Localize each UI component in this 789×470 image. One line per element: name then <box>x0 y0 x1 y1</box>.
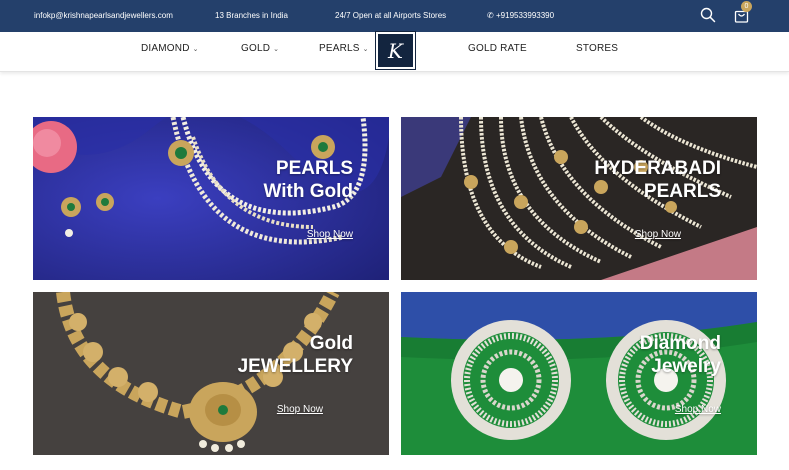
contact-email[interactable]: infokp@krishnapearlsandjewellers.com <box>34 11 173 20</box>
banner-title-line2: PEARLS <box>643 181 721 202</box>
banner-title-line2: Jewelry <box>651 356 721 377</box>
banner-diamond-jewelry[interactable]: Diamond Jewelry Shop Now <box>401 292 757 455</box>
nav-item-stores[interactable]: STORES <box>576 43 618 54</box>
nav-item-gold-rate[interactable]: GOLD RATE <box>468 43 527 54</box>
banner-title: HYDERABADI PEARLS <box>594 157 721 203</box>
banner-title-line2: With Gold <box>263 181 353 202</box>
nav-item-label: GOLD <box>241 43 271 54</box>
cart-count-badge: 0 <box>741 1 752 12</box>
banner-title: Gold JEWELLERY <box>238 332 353 378</box>
nav-item-label: GOLD RATE <box>468 43 527 54</box>
banner-title: Diamond Jewelry <box>640 332 721 378</box>
phone-number[interactable]: ✆ +919533993390 <box>487 11 554 20</box>
phone-icon: ✆ <box>487 11 494 20</box>
banner-gold-jewellery[interactable]: Gold JEWELLERY Shop Now <box>33 292 389 455</box>
search-button[interactable] <box>700 7 716 23</box>
nav-item-label: STORES <box>576 43 619 54</box>
banner-title-line1: HYDERABADI <box>594 158 721 179</box>
banner-title-line1: Gold <box>309 333 353 354</box>
shop-now-link[interactable]: Shop Now <box>307 229 353 240</box>
search-icon <box>700 7 716 23</box>
shop-now-link[interactable]: Shop Now <box>277 404 323 415</box>
nav-item-gold[interactable]: GOLD ⌄ <box>241 43 279 54</box>
nav-item-label: DIAMOND <box>141 43 190 54</box>
banner-pearls-with-gold[interactable]: PEARLS With Gold Shop Now <box>33 117 389 280</box>
chevron-down-icon: ⌄ <box>273 46 280 53</box>
banner-title-line2: JEWELLERY <box>237 356 353 377</box>
logo-monogram: K <box>388 38 403 63</box>
banner-title: PEARLS With Gold <box>263 157 353 203</box>
nav-item-label: PEARLS <box>319 43 360 54</box>
shop-now-link[interactable]: Shop Now <box>675 404 721 415</box>
airports-info: 24/7 Open at all Airports Stores <box>335 11 447 20</box>
chevron-down-icon: ⌄ <box>192 46 199 53</box>
banner-hyderabadi-pearls[interactable]: HYDERABADI PEARLS Shop Now <box>401 117 757 280</box>
brand-logo[interactable]: K <box>375 31 416 70</box>
shop-now-link[interactable]: Shop Now <box>635 229 681 240</box>
nav-item-pearls[interactable]: PEARLS ⌄ <box>319 43 369 54</box>
chevron-down-icon: ⌄ <box>362 46 369 53</box>
banner-title-line1: PEARLS <box>275 158 353 179</box>
top-info-bar: infokp@krishnapearlsandjewellers.com 13 … <box>0 0 789 32</box>
phone-number-text: +919533993390 <box>496 11 555 20</box>
nav-item-diamond[interactable]: DIAMOND ⌄ <box>141 43 199 54</box>
banner-title-line1: Diamond <box>639 333 721 354</box>
main-nav: DIAMOND ⌄ GOLD ⌄ PEARLS ⌄ K GOLD RATE STORE… <box>0 31 789 72</box>
branches-info: 13 Branches in India <box>215 11 288 20</box>
